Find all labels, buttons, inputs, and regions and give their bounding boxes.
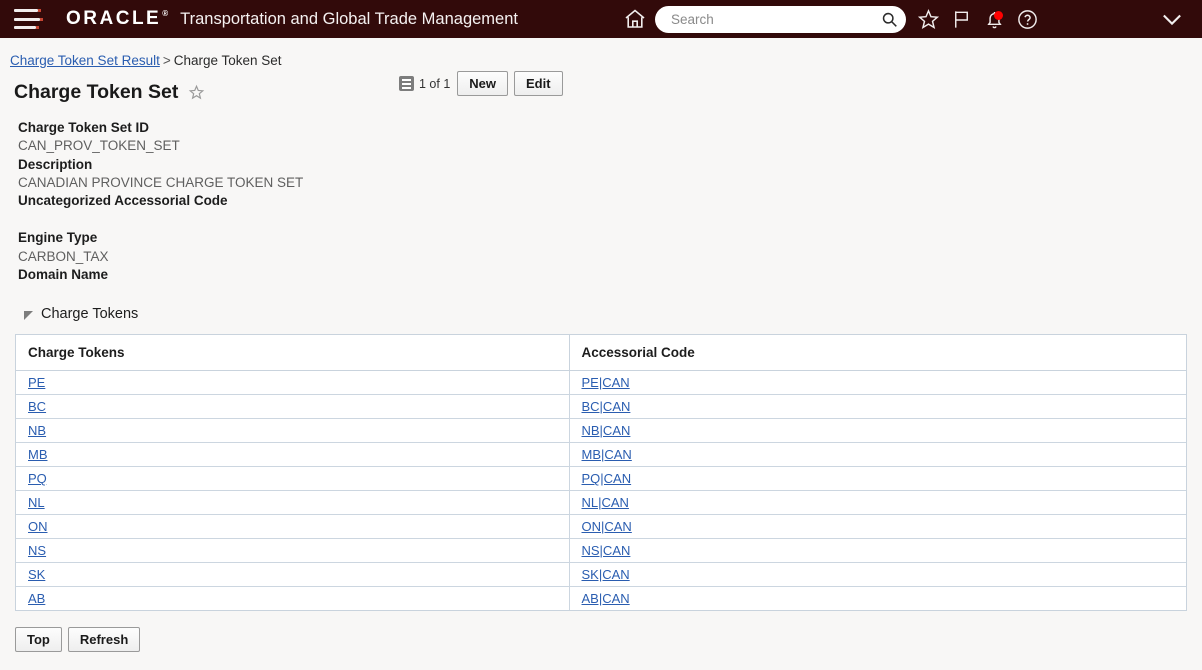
top-button[interactable]: Top	[15, 627, 62, 653]
field-value-description: CANADIAN PROVINCE CHARGE TOKEN SET	[18, 174, 304, 190]
table-row[interactable]: SK SK|CAN	[16, 562, 1186, 588]
charge-token-link[interactable]: MB	[28, 447, 48, 462]
field-label-uncategorized-accessorial-code: Uncategorized Accessorial Code	[18, 193, 228, 209]
star-outline-icon[interactable]	[188, 84, 205, 101]
table-row[interactable]: BC BC|CAN	[16, 394, 1186, 420]
field-spacer	[18, 210, 1202, 229]
field-label-charge-token-set-id: Charge Token Set ID	[18, 120, 150, 135]
list-view-icon[interactable]	[399, 76, 414, 91]
flag-icon[interactable]	[947, 5, 975, 33]
accessorial-code-link[interactable]: ON|CAN	[582, 519, 632, 534]
column-header-charge-tokens[interactable]: Charge Tokens	[16, 335, 570, 372]
page-header: Charge Token Set 1 of 1 New Edit	[0, 68, 1202, 104]
oracle-logo: ORACLE ®	[66, 8, 168, 30]
breadcrumb: Charge Token Set Result > Charge Token Set	[0, 38, 1202, 68]
header-icon-group	[914, 5, 1041, 33]
breadcrumb-parent-link[interactable]: Charge Token Set Result	[10, 53, 160, 68]
charge-token-link[interactable]: ON	[28, 519, 48, 534]
page-actions: 1 of 1 New Edit	[399, 71, 563, 96]
refresh-button[interactable]: Refresh	[67, 627, 141, 653]
notification-badge	[994, 11, 1003, 20]
app-header: ORACLE ® Transportation and Global Trade …	[0, 0, 1202, 38]
table-row[interactable]: AB AB|CAN	[16, 586, 1186, 611]
accessorial-code-link[interactable]: MB|CAN	[582, 447, 632, 462]
charge-token-link[interactable]: AB	[28, 591, 45, 606]
field-value-charge-token-set-id: CAN_PROV_TOKEN_SET	[18, 138, 180, 154]
home-icon[interactable]	[622, 6, 648, 32]
accessorial-code-link[interactable]: PQ|CAN	[582, 471, 632, 486]
table-row[interactable]: NL NL|CAN	[16, 490, 1186, 516]
footer-actions: Top Refresh	[0, 611, 1202, 653]
oracle-trademark: ®	[162, 9, 169, 18]
column-header-accessorial-code[interactable]: Accessorial Code	[569, 335, 1186, 372]
charge-token-link[interactable]: NS	[28, 543, 46, 558]
hamburger-icon[interactable]	[14, 9, 43, 29]
table-row[interactable]: NB NB|CAN	[16, 418, 1186, 444]
help-icon[interactable]	[1013, 5, 1041, 33]
app-title: Transportation and Global Trade Manageme…	[180, 9, 518, 28]
charge-token-link[interactable]: BC	[28, 399, 46, 414]
field-value-engine-type: CARBON_TAX	[18, 248, 109, 264]
new-button[interactable]: New	[457, 71, 509, 96]
accessorial-code-link[interactable]: NS|CAN	[582, 543, 631, 558]
charge-token-link[interactable]: NL	[28, 495, 45, 510]
charge-tokens-section-header[interactable]: Charge Tokens	[0, 284, 1202, 322]
record-count: 1 of 1	[419, 76, 451, 91]
table-row[interactable]: NS NS|CAN	[16, 538, 1186, 564]
field-label-engine-type: Engine Type	[18, 230, 98, 246]
charge-token-link[interactable]: PQ	[28, 471, 47, 486]
field-label-domain-name: Domain Name	[18, 267, 109, 283]
table-row[interactable]: PQ PQ|CAN	[16, 466, 1186, 492]
charge-token-link[interactable]: NB	[28, 423, 46, 438]
accessorial-code-link[interactable]: PE|CAN	[582, 375, 630, 390]
table-row[interactable]: ON ON|CAN	[16, 514, 1186, 540]
charge-tokens-table: Charge Tokens Accessorial Code PE PE|CAN…	[15, 334, 1187, 612]
search-icon[interactable]	[881, 11, 898, 28]
search-box[interactable]	[655, 5, 906, 33]
table-row[interactable]: PE PE|CAN	[16, 370, 1186, 396]
field-label-description: Description	[18, 156, 93, 172]
accessorial-code-link[interactable]: NL|CAN	[582, 495, 629, 510]
accessorial-code-link[interactable]: SK|CAN	[582, 567, 630, 582]
accessorial-code-link[interactable]: NB|CAN	[582, 423, 631, 438]
favorites-star-icon[interactable]	[914, 5, 942, 33]
oracle-wordmark: ORACLE	[66, 8, 162, 29]
detail-fields: Charge Token Set ID CAN_PROV_TOKEN_SET D…	[0, 104, 1202, 284]
section-title: Charge Tokens	[41, 306, 139, 323]
accessorial-code-link[interactable]: BC|CAN	[582, 399, 631, 414]
accessorial-code-link[interactable]: AB|CAN	[582, 591, 630, 606]
search-input[interactable]	[669, 10, 881, 28]
notifications-bell-icon[interactable]	[980, 5, 1008, 33]
table-row[interactable]: MB MB|CAN	[16, 442, 1186, 468]
chevron-down-icon[interactable]	[1158, 0, 1186, 38]
table-header-row: Charge Tokens Accessorial Code	[16, 335, 1186, 372]
charge-token-link[interactable]: PE	[28, 375, 45, 390]
edit-button[interactable]: Edit	[514, 71, 563, 96]
page-title: Charge Token Set	[14, 81, 179, 103]
charge-token-link[interactable]: SK	[28, 567, 45, 582]
breadcrumb-current: Charge Token Set	[173, 53, 282, 68]
header-right-cluster	[622, 0, 1041, 38]
triangle-expanded-icon[interactable]	[24, 310, 33, 320]
breadcrumb-separator: >	[162, 53, 171, 68]
table-body: PE PE|CAN BC BC|CAN NB NB|CAN MB MB|CAN …	[16, 370, 1186, 611]
